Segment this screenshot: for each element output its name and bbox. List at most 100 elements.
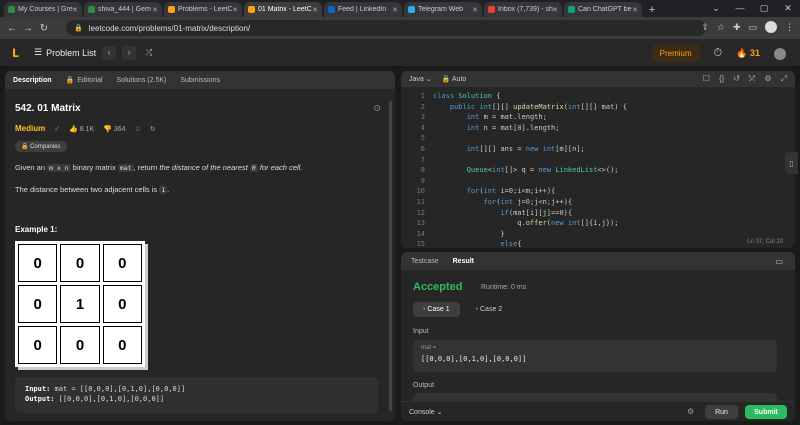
- close-icon[interactable]: ✕: [312, 6, 318, 14]
- notes-side-button[interactable]: ▯: [785, 152, 798, 174]
- favicon-icon: [8, 6, 15, 13]
- favicon-icon: [88, 6, 95, 13]
- input-value-box: mat = [[0,0,0],[0,1,0],[0,0,0]]: [413, 340, 777, 372]
- problem-statement: Given an m x n binary matrix mat, return…: [15, 163, 303, 172]
- braces-icon[interactable]: {}: [719, 74, 724, 84]
- url-input[interactable]: 🔒 leetcode.com/problems/01-matrix/descri…: [66, 20, 706, 36]
- code-area[interactable]: 1 2 3 4 5 6 7 8 9 10 11 12 13 14 15 class Solution { p…: [401, 91, 795, 248]
- gear-icon[interactable]: ⚙: [687, 407, 694, 416]
- browser-tab[interactable]: Can ChatGPT be ✕: [564, 2, 642, 17]
- reload-icon[interactable]: ↻: [36, 23, 52, 34]
- avatar[interactable]: [765, 21, 777, 33]
- lock-icon: 🔒: [21, 144, 29, 150]
- code-editor-panel: Java ⌄ 🔒 Auto ☐ {} ↺ ⤱ ⚙ ⤢ 1 2 3 4 5 6 7 8 9 10 11…: [401, 71, 795, 248]
- next-problem-button[interactable]: ›: [122, 45, 137, 60]
- close-icon[interactable]: ✕: [472, 6, 478, 14]
- browser-tab[interactable]: Inbox (7,739) - sh ✕: [484, 2, 562, 17]
- back-icon[interactable]: ←: [4, 23, 20, 34]
- list-icon: ☰: [34, 47, 43, 57]
- example-heading: Example 1:: [15, 225, 58, 234]
- browser-tab[interactable]: shiva_444 | Gem ✕: [84, 2, 162, 17]
- status-accepted: Accepted: [413, 281, 463, 293]
- lock-icon: 🔒: [65, 77, 75, 84]
- description-panel: Description 🔒 Editorial Solutions (2.5K) …: [5, 71, 395, 421]
- share-icon[interactable]: ⇪: [701, 22, 709, 33]
- share-icon[interactable]: ↻: [150, 125, 156, 133]
- case-2-tab[interactable]: • Case 2: [466, 302, 513, 317]
- browser-tab-strip: My Courses | Gre ✕ shiva_444 | Gem ✕ Probl…: [0, 0, 800, 17]
- browser-tab-active[interactable]: 01 Matrix - LeetC ✕: [244, 2, 322, 17]
- matrix-cell: 0: [60, 326, 100, 364]
- user-avatar[interactable]: [774, 47, 786, 60]
- maximize-icon[interactable]: ▢: [752, 0, 776, 17]
- close-icon[interactable]: ✕: [72, 6, 78, 14]
- new-tab-button[interactable]: +: [644, 2, 660, 17]
- info-icon[interactable]: ⊙: [373, 103, 381, 114]
- browser-tab[interactable]: Feed | LinkedIn ✕: [324, 2, 402, 17]
- window-controls: ⌄ — ▢ ✕: [704, 0, 800, 17]
- collapse-icon[interactable]: ▭: [775, 257, 783, 266]
- expand-icon[interactable]: ⤢: [781, 74, 787, 84]
- companies-tag[interactable]: 🔒 Companies: [15, 141, 67, 152]
- pass-dot-icon: •: [423, 306, 426, 313]
- run-button[interactable]: Run: [705, 405, 738, 419]
- close-window-icon[interactable]: ✕: [776, 0, 800, 17]
- scrollbar[interactable]: [389, 101, 392, 411]
- close-icon[interactable]: ✕: [392, 6, 398, 14]
- prev-problem-button[interactable]: ‹: [102, 45, 117, 60]
- favorite-star-icon[interactable]: ☆: [135, 125, 141, 133]
- dislike-button[interactable]: 👎 364: [103, 125, 125, 133]
- forward-icon[interactable]: →: [20, 23, 36, 34]
- input-label: Input: [413, 328, 429, 335]
- browser-tab[interactable]: Telegram Web ✕: [404, 2, 482, 17]
- reset-icon[interactable]: ↺: [733, 74, 740, 84]
- like-button[interactable]: 👍 8.1K: [69, 125, 94, 133]
- timer-icon[interactable]: ⏱: [714, 47, 723, 60]
- mode-toggle[interactable]: 🔒 Auto: [442, 75, 467, 83]
- menu-icon[interactable]: ⋮: [785, 22, 794, 33]
- extensions-icon[interactable]: ✚: [733, 22, 741, 33]
- matrix-cell: 0: [60, 244, 100, 282]
- browser-tab[interactable]: My Courses | Gre ✕: [4, 2, 82, 17]
- bookmark-icon[interactable]: ☐: [703, 74, 710, 84]
- minimize-icon[interactable]: —: [728, 0, 752, 17]
- language-select[interactable]: Java ⌄: [409, 75, 432, 83]
- favicon-icon: [488, 6, 495, 13]
- problem-list-button[interactable]: ☰ Problem List: [34, 47, 96, 58]
- problem-statement-2: The distance between two adjacent cells …: [15, 185, 170, 194]
- left-tab-bar: Description 🔒 Editorial Solutions (2.5K) …: [5, 71, 395, 89]
- case-1-tab[interactable]: • Case 1: [413, 302, 460, 317]
- premium-button[interactable]: Premium: [651, 45, 700, 62]
- output-label: Output: [413, 382, 435, 389]
- close-icon[interactable]: ✕: [232, 6, 238, 14]
- thumbs-up-icon: 👍: [69, 125, 78, 133]
- tab-editorial[interactable]: 🔒 Editorial: [65, 76, 103, 85]
- output-value-box: [413, 393, 777, 401]
- leetcode-logo-icon[interactable]: ᒪ: [12, 47, 24, 60]
- sidebar-icon[interactable]: ▭: [748, 22, 757, 33]
- chevron-down-icon[interactable]: ⌄: [704, 0, 728, 17]
- tab-solutions[interactable]: Solutions (2.5K): [117, 77, 167, 84]
- tab-result[interactable]: Result: [453, 258, 474, 265]
- tab-testcase[interactable]: Testcase: [411, 258, 439, 265]
- favicon-icon: [408, 6, 415, 13]
- shuffle-icon[interactable]: ⤮: [142, 46, 156, 60]
- shortcuts-icon[interactable]: ⤱: [749, 74, 755, 84]
- submit-button[interactable]: Submit: [745, 405, 787, 419]
- example-io-box: Input: mat = [[0,0,0],[0,1,0],[0,0,0]] O…: [15, 377, 378, 413]
- star-icon[interactable]: ☆: [717, 22, 725, 33]
- tab-description[interactable]: Description: [13, 77, 52, 84]
- browser-tab[interactable]: Problems - LeetC ✕: [164, 2, 242, 17]
- close-icon[interactable]: ✕: [552, 6, 558, 14]
- tab-submissions[interactable]: Submissions: [180, 77, 220, 84]
- console-toggle[interactable]: Console ⌄: [409, 408, 443, 416]
- lock-icon: 🔒: [74, 25, 83, 32]
- favicon-icon: [248, 6, 255, 13]
- streak-counter[interactable]: 🔥 31: [736, 48, 760, 59]
- cursor-position: Ln 37, Col 20: [747, 239, 783, 245]
- settings-icon[interactable]: ⚙: [764, 74, 771, 84]
- line-numbers: 1 2 3 4 5 6 7 8 9 10 11 12 13 14 15: [416, 92, 425, 248]
- close-icon[interactable]: ✕: [632, 6, 638, 14]
- close-icon[interactable]: ✕: [152, 6, 158, 14]
- difficulty-badge: Medium: [15, 124, 46, 133]
